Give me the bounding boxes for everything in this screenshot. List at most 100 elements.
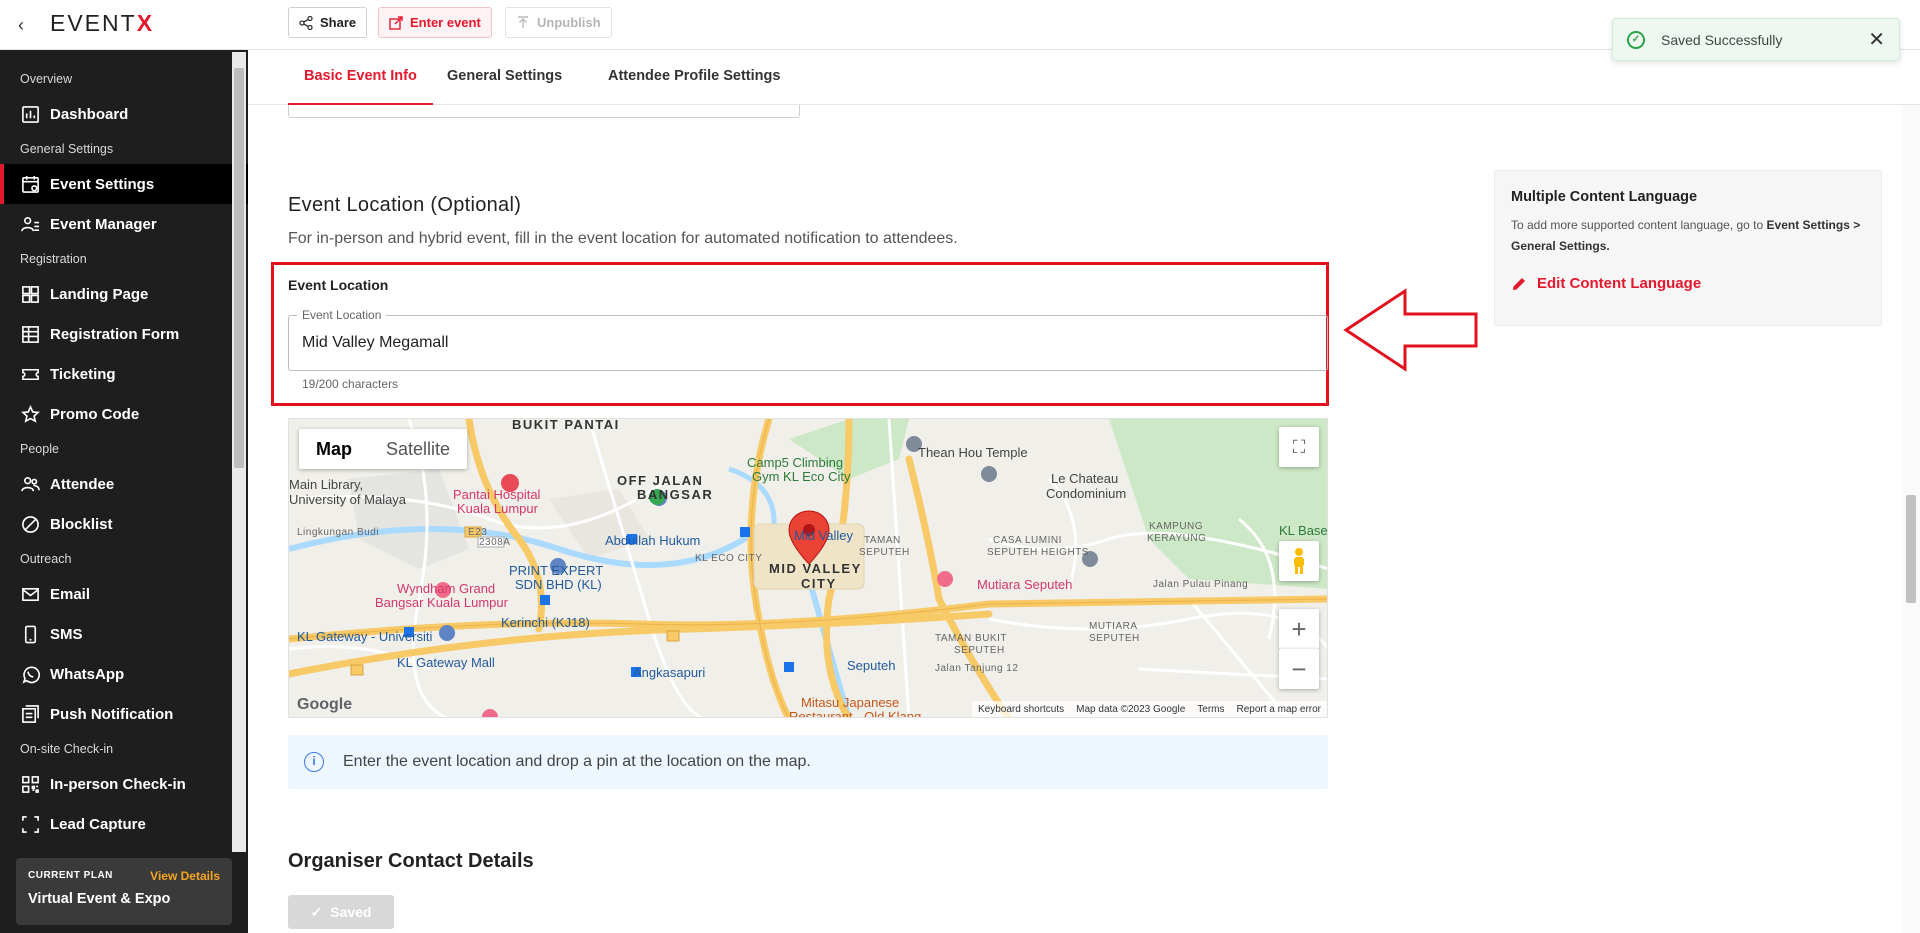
map-label: KERAYUNG xyxy=(1147,533,1207,544)
block-icon xyxy=(20,514,40,534)
edit-content-language-link[interactable]: Edit Content Language xyxy=(1511,275,1865,292)
sidebar-item-in-person-check-in[interactable]: In-person Check-in xyxy=(0,764,248,804)
map-label: KL Base Ma xyxy=(1279,523,1328,538)
sidebar-item-label: In-person Check-in xyxy=(50,775,186,793)
location-map[interactable]: BUKIT PANTAI OFF JALAN BANGSAR Camp5 Cli… xyxy=(288,418,1328,718)
tab-basic-event-info[interactable]: Basic Event Info xyxy=(288,68,433,105)
sidebar-item-event-manager[interactable]: Event Manager xyxy=(0,204,248,244)
sidebar-item-promo-code[interactable]: Promo Code xyxy=(0,394,248,434)
external-link-icon xyxy=(389,15,403,30)
content-language-panel: Multiple Content Language To add more su… xyxy=(1494,170,1882,326)
map-label: Abdullah Hukum xyxy=(605,533,701,548)
map-label: KL Gateway Mall xyxy=(397,655,495,670)
share-icon xyxy=(299,15,313,30)
sidebar-item-label: Email xyxy=(50,585,91,603)
map-label: BANGSAR xyxy=(637,487,714,502)
terms-link[interactable]: Terms xyxy=(1197,704,1224,715)
sidebar-scrollbar-thumb[interactable] xyxy=(234,68,244,468)
view-details-link[interactable]: View Details xyxy=(150,869,220,883)
tab-general-settings[interactable]: General Settings xyxy=(431,68,578,105)
sidebar-item-label: Event Manager xyxy=(50,215,157,233)
dashboard-icon xyxy=(20,104,40,124)
star-icon xyxy=(20,404,40,424)
sidebar-item-registration-form[interactable]: Registration Form xyxy=(0,314,248,354)
map-label: Restaurant - Old Klang xyxy=(789,709,922,718)
event-location-value: Mid Valley Megamall xyxy=(302,334,449,351)
sidebar-item-label: Registration Form xyxy=(50,325,180,343)
attendee-icon xyxy=(20,474,40,494)
sidebar-item-whatsapp[interactable]: WhatsApp xyxy=(0,654,248,694)
sidebar-section-outreach: Outreach xyxy=(20,552,72,566)
sidebar-item-dashboard[interactable]: Dashboard xyxy=(0,94,248,134)
enter-event-button[interactable]: Enter event xyxy=(378,7,492,38)
eventx-logo: EVENTX xyxy=(50,10,155,36)
registration-form-icon xyxy=(20,324,40,344)
tab-attendee-profile-settings[interactable]: Attendee Profile Settings xyxy=(592,68,796,105)
map-label: Wyndham Grand xyxy=(397,581,496,596)
sidebar-item-landing-page[interactable]: Landing Page xyxy=(0,274,248,314)
map-label: TAMAN BUKIT xyxy=(935,633,1007,644)
sidebar-item-lead-capture[interactable]: Lead Capture xyxy=(0,804,248,844)
event-manager-icon xyxy=(20,214,40,234)
sidebar-item-event-settings[interactable]: Event Settings xyxy=(0,164,248,204)
event-settings-icon xyxy=(20,174,40,194)
map-label: Seputeh xyxy=(847,658,896,673)
zoom-in-icon[interactable]: + xyxy=(1279,609,1319,649)
map-label: Le Chateau xyxy=(1051,471,1119,486)
sms-icon xyxy=(20,624,40,644)
map-type-satellite-button[interactable]: Satellite xyxy=(369,429,467,469)
pegman-icon xyxy=(1294,548,1304,574)
event-location-field-legend: Event Location xyxy=(297,308,387,322)
sidebar-item-attendee[interactable]: Attendee xyxy=(0,464,248,504)
sidebar-item-label: Event Settings xyxy=(50,175,155,193)
event-location-input[interactable]: Event Location Mid Valley Megamall xyxy=(288,308,1328,371)
sidebar-item-label: Attendee xyxy=(50,475,115,493)
sidebar-item-sms[interactable]: SMS xyxy=(0,614,248,654)
map-label: OFF JALAN xyxy=(617,473,704,488)
map-type-map-button[interactable]: Map xyxy=(299,429,369,469)
map-label: CITY xyxy=(801,576,837,591)
content-language-description: To add more supported content language, … xyxy=(1511,218,1861,253)
sidebar-section-people: People xyxy=(20,442,59,456)
map-label: Lingkungan Budi xyxy=(297,527,380,538)
unpublish-button[interactable]: Unpublish xyxy=(505,7,612,38)
fullscreen-icon[interactable]: ⛶ xyxy=(1279,427,1319,467)
back-arrow-icon[interactable]: ‹ xyxy=(18,13,34,37)
success-toast: ✓ Saved Successfully ✕ xyxy=(1612,18,1900,61)
map-label: Main Library, xyxy=(289,477,364,492)
main-scrollbar-thumb[interactable] xyxy=(1906,495,1916,603)
keyboard-shortcuts-link[interactable]: Keyboard shortcuts xyxy=(978,704,1064,715)
map-label: TAMAN xyxy=(864,535,901,546)
share-label: Share xyxy=(320,15,357,30)
previous-input-field[interactable] xyxy=(288,105,800,118)
sidebar-item-ticketing[interactable]: Ticketing xyxy=(0,354,248,394)
whatsapp-icon xyxy=(20,664,40,684)
map-label: MUTIARA xyxy=(1089,621,1138,632)
sidebar-item-push-notification[interactable]: Push Notification xyxy=(0,694,248,734)
sidebar-item-label: Landing Page xyxy=(50,285,149,303)
saved-button[interactable]: ✓ Saved xyxy=(288,895,394,929)
map-label: Gym KL Eco City xyxy=(752,469,851,484)
map-label: Mid Valley xyxy=(794,528,854,543)
map-label: Bangsar Kuala Lumpur xyxy=(375,595,508,610)
close-icon[interactable]: ✕ xyxy=(1868,27,1885,52)
sidebar-item-label: Ticketing xyxy=(50,365,116,383)
sidebar-item-label: Push Notification xyxy=(50,705,174,723)
share-button[interactable]: Share xyxy=(288,7,368,38)
map-label: Mitasu Japanese xyxy=(801,695,900,710)
map-label: SEPUTEH HEIGHTS xyxy=(987,547,1089,558)
sidebar-section-registration: Registration xyxy=(20,252,87,266)
report-map-error-link[interactable]: Report a map error xyxy=(1237,704,1321,715)
sidebar-item-email[interactable]: Email xyxy=(0,574,248,614)
sidebar: Overview Dashboard General Settings Even… xyxy=(0,50,248,933)
street-view-pegman-icon[interactable] xyxy=(1279,541,1319,581)
map-label: University of Malaya xyxy=(289,492,407,507)
sidebar-item-label: WhatsApp xyxy=(50,665,125,683)
enter-event-label: Enter event xyxy=(410,15,481,30)
map-label: MID VALLEY xyxy=(769,561,862,576)
sidebar-item-blocklist[interactable]: Blocklist xyxy=(0,504,248,544)
zoom-out-icon[interactable]: − xyxy=(1279,649,1319,689)
map-label: Thean Hou Temple xyxy=(918,445,1028,460)
content-language-title: Multiple Content Language xyxy=(1511,189,1698,205)
push-notification-icon xyxy=(20,704,40,724)
